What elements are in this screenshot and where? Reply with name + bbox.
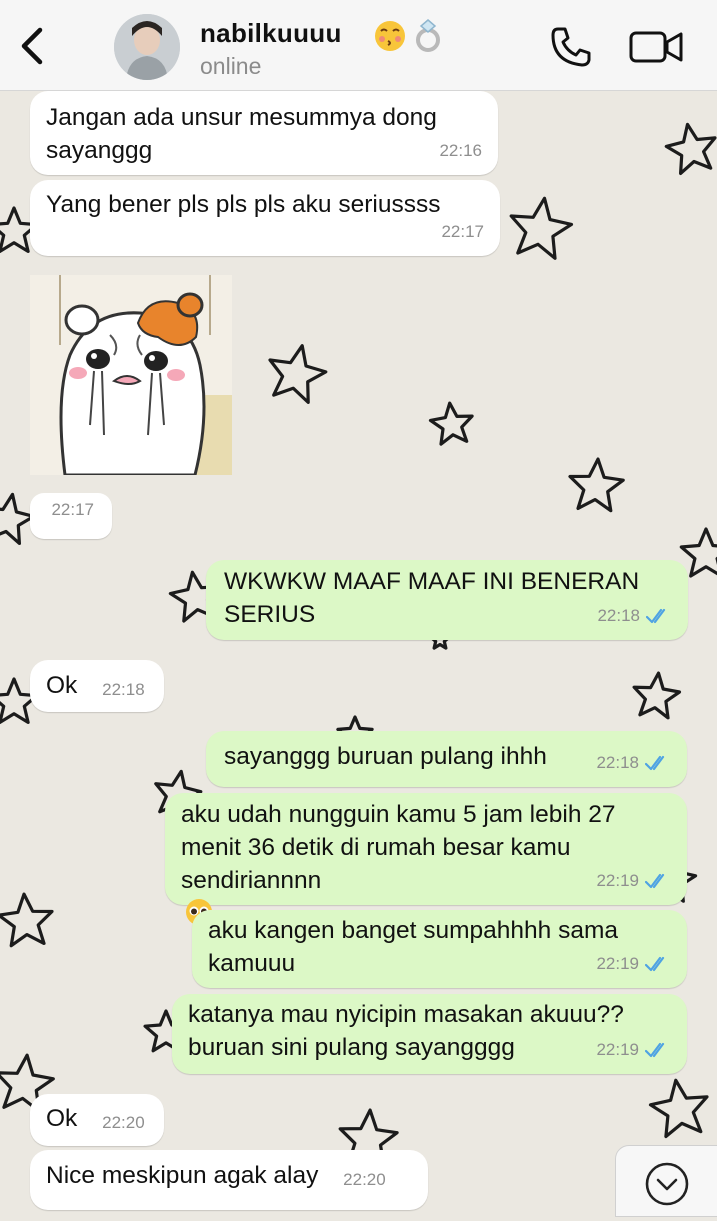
incoming-message[interactable]: Nice meskipun agak alay 22:20 xyxy=(30,1150,428,1210)
message-text: Ok xyxy=(46,1105,78,1132)
read-ticks-icon xyxy=(645,873,665,888)
sticker-time-bubble: 22:17 xyxy=(30,493,112,539)
chevron-down-icon xyxy=(645,1162,689,1206)
message-time: 22:19 xyxy=(596,871,639,890)
message-time: 22:18 xyxy=(597,606,640,625)
contact-name[interactable]: nabilkuuuu xyxy=(200,18,342,49)
star-doodle xyxy=(0,892,54,948)
message-time: 22:17 xyxy=(441,222,484,241)
read-ticks-icon xyxy=(645,755,665,770)
crying-hamster-sticker[interactable] xyxy=(30,275,232,475)
scroll-to-bottom-button[interactable] xyxy=(615,1145,717,1217)
chat-header: nabilkuuuu online xyxy=(0,0,717,91)
incoming-message[interactable]: Jangan ada unsur mesummya dong sayanggg … xyxy=(30,91,498,175)
star-doodle xyxy=(509,196,574,260)
star-doodle xyxy=(0,492,36,546)
star-doodle xyxy=(268,344,328,404)
star-doodle xyxy=(632,671,682,720)
read-ticks-icon xyxy=(645,956,665,971)
back-arrow-icon[interactable] xyxy=(14,24,50,68)
star-doodle xyxy=(648,1078,709,1139)
contact-avatar[interactable] xyxy=(114,14,180,80)
message-time: 22:17 xyxy=(51,500,94,519)
phone-call-icon[interactable] xyxy=(548,24,594,70)
outgoing-message[interactable]: katanya mau nyicipin masakan akuuu?? bur… xyxy=(172,994,687,1074)
read-ticks-icon xyxy=(645,1042,665,1057)
message-text: Nice meskipun agak alay xyxy=(46,1162,319,1189)
message-time: 22:20 xyxy=(343,1170,386,1189)
sticker-image xyxy=(30,275,232,475)
message-time: 22:19 xyxy=(596,1040,639,1059)
contact-name-emojis xyxy=(375,19,440,52)
outgoing-message[interactable]: aku udah nungguin kamu 5 jam lebih 27 me… xyxy=(165,793,687,925)
message-time: 22:18 xyxy=(102,680,145,699)
star-doodle xyxy=(679,527,717,578)
star-doodle xyxy=(568,457,625,513)
message-text: sayanggg buruan pulang ihhh xyxy=(224,743,547,770)
message-time: 22:16 xyxy=(439,141,482,160)
kissing-face-icon xyxy=(375,21,405,51)
message-text: Ok xyxy=(46,672,78,699)
star-doodle xyxy=(428,401,474,446)
message-text: Jangan ada unsur mesummya dong sayanggg xyxy=(46,104,437,164)
read-ticks-icon xyxy=(646,608,666,623)
incoming-message[interactable]: Yang bener pls pls pls aku seriussss 22:… xyxy=(30,180,500,256)
outgoing-message[interactable]: WKWKW MAAF MAAF INI BENERAN SERIUS 22:18 xyxy=(206,560,688,640)
avatar-photo xyxy=(114,14,180,80)
outgoing-message[interactable]: sayanggg buruan pulang ihhh 22:18 xyxy=(206,731,687,787)
message-time: 22:19 xyxy=(596,954,639,973)
incoming-message[interactable]: Ok 22:18 xyxy=(30,660,164,712)
incoming-message[interactable]: Ok 22:20 xyxy=(30,1094,164,1146)
message-text: Yang bener pls pls pls aku seriussss xyxy=(46,191,441,218)
message-time: 22:18 xyxy=(596,753,639,772)
ring-icon xyxy=(416,19,440,52)
video-call-icon[interactable] xyxy=(628,28,684,66)
message-time: 22:20 xyxy=(102,1113,145,1132)
outgoing-message[interactable]: aku kangen banget sumpahhhh sama kamuuu … xyxy=(192,910,687,988)
star-doodle xyxy=(664,122,717,175)
contact-status: online xyxy=(200,53,262,79)
